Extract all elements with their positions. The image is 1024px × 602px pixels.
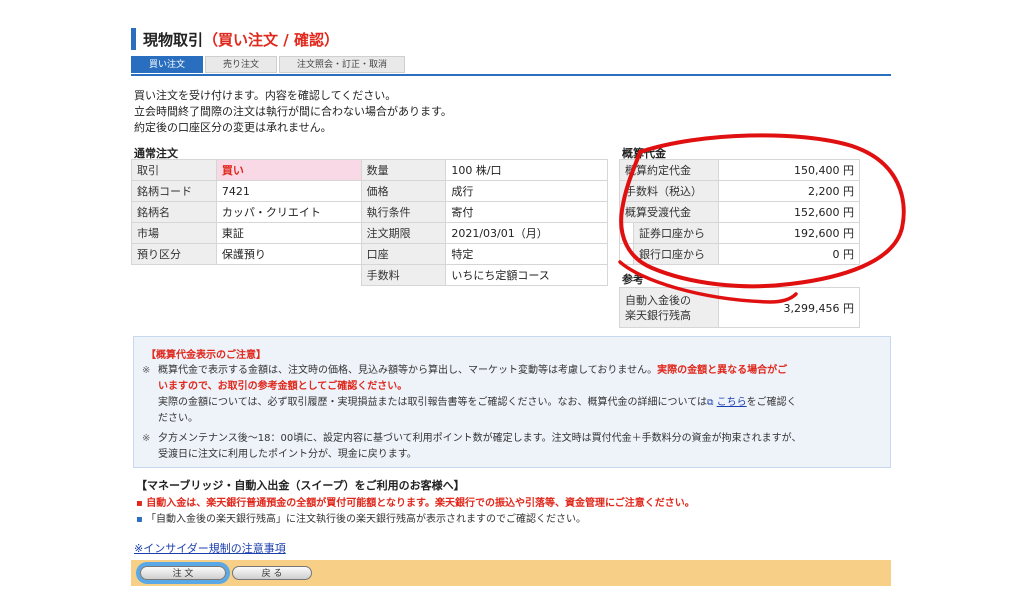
notice-paragraph: ※ 概算代金で表示する金額は、注文時の価格、見込み額等から算出し、マーケット変動…	[142, 363, 886, 427]
order-button[interactable]: 注 文	[140, 566, 226, 580]
sweep-note-text: 「自動入金後の楽天銀行残高」に注文執行後の楽天銀行残高が表示されますのでご確認く…	[145, 514, 586, 525]
details-link[interactable]: こちら	[717, 397, 747, 408]
reference-section-heading: 参考	[622, 273, 644, 286]
reference-label: 自動入金後の 楽天銀行残高	[619, 287, 719, 328]
estimate-sub-label: 銀行口座から	[632, 243, 719, 265]
reference-table: 自動入金後の 楽天銀行残高 3,299,456 円	[619, 287, 861, 328]
order-label: 注文期限	[360, 222, 447, 244]
estimate-table: 概算約定代金 150,400 円 手数料（税込） 2,200 円 概算受渡代金 …	[619, 159, 861, 265]
order-label: 銘柄名	[131, 201, 217, 223]
notice-heading: 【概算代金表示のご注意】	[146, 350, 266, 361]
order-value: 7421	[215, 180, 362, 202]
notice-text: ださい。	[158, 413, 198, 424]
notice-warning: 実際の金額と異なる場合がご	[657, 365, 788, 376]
order-label: 口座	[360, 243, 447, 265]
estimate-value: 2,200 円	[717, 180, 861, 202]
reference-label-line: 楽天銀行残高	[625, 308, 691, 322]
estimate-value: 150,400 円	[717, 159, 861, 181]
page-title-sub: （買い注文 / 確認）	[203, 31, 339, 49]
intro-text: 買い注文を受け付けます。内容を確認してください。 立会時間終了間際の注文は執行が…	[134, 88, 452, 136]
notice-text: をご確認く	[746, 397, 797, 408]
order-details-table: 取引 買い 数量 100 株/口 銘柄コード 7421 価格 成行 銘柄名 カッ…	[131, 159, 608, 286]
page-header: 現物取引（買い注文 / 確認）	[131, 26, 891, 52]
insider-regulation-link[interactable]: ※インサイダー規制の注意事項	[134, 540, 286, 556]
table-row: 証券口座から 192,600 円	[619, 222, 861, 244]
order-value: 保護預り	[215, 243, 362, 265]
notice-text: 実際の金額については、必ず取引履歴・実現損益または取引報告書等をご確認ください。…	[158, 397, 707, 408]
sweep-warning-text: 自動入金は、楽天銀行普通預金の全額が買付可能額となります。楽天銀行での振込や引落…	[146, 498, 695, 509]
indent-cell	[619, 243, 634, 265]
page-title-main: 現物取引	[143, 31, 204, 49]
order-value-trade: 買い	[215, 159, 362, 181]
order-value: 東証	[215, 222, 362, 244]
order-value-fee: いちにち定額コース	[445, 264, 608, 286]
order-value: 100 株/口	[445, 159, 608, 181]
indent-cell	[619, 222, 634, 244]
table-row: 取引 買い 数量 100 株/口	[131, 159, 608, 181]
order-value: カッパ・クリエイト	[215, 201, 362, 223]
notice-text: 受渡日に注文に利用したポイント分が、現金に戻ります。	[158, 449, 417, 460]
estimate-label: 概算受渡代金	[619, 201, 719, 223]
order-label-fee: 手数料	[360, 264, 447, 286]
empty-cell	[132, 265, 217, 286]
intro-line: 買い注文を受け付けます。内容を確認してください。	[134, 89, 397, 102]
table-row: 手数料（税込） 2,200 円	[619, 180, 861, 202]
sweep-note: ▪ 「自動入金後の楽天銀行残高」に注文執行後の楽天銀行残高が表示されますのでご確…	[136, 513, 586, 527]
order-label: 価格	[360, 180, 447, 202]
table-row: 概算受渡代金 152,600 円	[619, 201, 861, 223]
order-label: 執行条件	[360, 201, 447, 223]
empty-cell	[216, 265, 361, 286]
back-button[interactable]: 戻 る	[232, 566, 312, 580]
order-value: 成行	[445, 180, 608, 202]
order-label: 市場	[131, 222, 217, 244]
intro-line: 約定後の口座区分の変更は承れません。	[134, 121, 332, 134]
bullet-icon: ▪	[136, 498, 143, 509]
table-row: 銘柄コード 7421 価格 成行	[131, 180, 608, 202]
tab-bar: 買い注文 売り注文 注文照会・訂正・取消	[131, 56, 891, 76]
notice-text: 概算代金で表示する金額は、注文時の価格、見込み額等から算出し、マーケット変動等は…	[158, 365, 658, 376]
table-row: 自動入金後の 楽天銀行残高 3,299,456 円	[619, 287, 861, 328]
tab-order-inquiry[interactable]: 注文照会・訂正・取消	[279, 56, 405, 73]
title-accent-bar	[131, 28, 136, 50]
order-label: 数量	[360, 159, 447, 181]
notice-paragraph: ※ 夕方メンテナンス後〜18：00頃に、設定内容に基づいて利用ポイント数が確定し…	[142, 431, 886, 463]
estimate-label: 概算約定代金	[619, 159, 719, 181]
note-mark: ※	[142, 433, 151, 444]
estimate-sub-label: 証券口座から	[632, 222, 719, 244]
table-row: 預り区分 保護預り 口座 特定	[131, 243, 608, 265]
notice-warning: いますので、お取引の参考金額としてご確認ください。	[158, 381, 408, 392]
reference-label-line: 自動入金後の	[625, 293, 691, 307]
reference-value: 3,299,456 円	[717, 287, 861, 328]
estimate-notice-box: 【概算代金表示のご注意】 ※ 概算代金で表示する金額は、注文時の価格、見込み額等…	[133, 336, 891, 468]
order-label: 取引	[131, 159, 217, 181]
sweep-heading: 【マネーブリッジ・自動入出金（スイープ）をご利用のお客様へ】	[136, 479, 465, 492]
tab-sell-order[interactable]: 売り注文	[205, 56, 277, 73]
notice-text: 夕方メンテナンス後〜18：00頃に、設定内容に基づいて利用ポイント数が確定します…	[158, 433, 802, 444]
estimate-sub-value: 192,600 円	[717, 222, 861, 244]
external-link-icon: ⧉	[707, 398, 714, 408]
order-label: 銘柄コード	[131, 180, 217, 202]
tab-buy-order[interactable]: 買い注文	[131, 56, 203, 73]
estimate-value: 152,600 円	[717, 201, 861, 223]
estimate-label: 手数料（税込）	[619, 180, 719, 202]
page-title: 現物取引（買い注文 / 確認）	[143, 29, 339, 50]
order-value: 特定	[445, 243, 608, 265]
note-mark: ※	[142, 365, 151, 376]
table-row: 市場 東証 注文期限 2021/03/01（月）	[131, 222, 608, 244]
order-label: 預り区分	[131, 243, 217, 265]
estimate-sub-value: 0 円	[717, 243, 861, 265]
table-row: 銀行口座から 0 円	[619, 243, 861, 265]
table-row: 銘柄名 カッパ・クリエイト 執行条件 寄付	[131, 201, 608, 223]
intro-line: 立会時間終了間際の注文は執行が間に合わない場合があります。	[134, 105, 452, 118]
table-row: 概算約定代金 150,400 円	[619, 159, 861, 181]
order-value: 寄付	[445, 201, 608, 223]
bullet-icon: ▪	[136, 514, 143, 525]
table-row: 手数料 いちにち定額コース	[132, 264, 608, 286]
sweep-warning: ▪ 自動入金は、楽天銀行普通預金の全額が買付可能額となります。楽天銀行での振込や…	[136, 497, 695, 511]
order-value: 2021/03/01（月）	[445, 222, 608, 244]
